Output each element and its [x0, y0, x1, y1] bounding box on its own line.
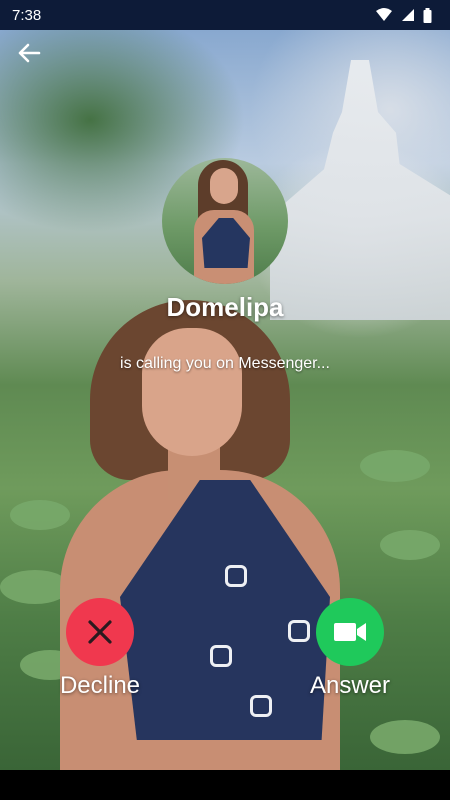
status-time: 7:38: [12, 6, 42, 24]
lily-pad: [360, 450, 430, 482]
answer-label: Answer: [309, 672, 391, 699]
battery-icon: [423, 7, 432, 23]
temple-shape: [270, 60, 450, 320]
status-bar: 7:38: [0, 0, 450, 30]
lily-pad: [380, 530, 440, 560]
decline-action: Decline: [30, 598, 170, 700]
avatar: [162, 158, 288, 284]
figure-face: [142, 328, 242, 456]
wifi-icon: [376, 8, 392, 21]
back-button[interactable]: [14, 40, 44, 66]
signal-icon: [402, 9, 414, 21]
incoming-call-screen: 7:38 Domelipa is calling you on Messenge…: [0, 0, 450, 800]
arrow-back-icon: [18, 43, 41, 63]
calling-status: is calling you on Messenger...: [120, 355, 330, 372]
close-icon: [88, 620, 112, 644]
decline-button[interactable]: [66, 598, 134, 666]
status-icons: [375, 7, 432, 23]
lily-pad: [370, 720, 440, 754]
answer-button[interactable]: [316, 598, 384, 666]
answer-action: Answer: [280, 598, 420, 700]
avatar-face: [210, 168, 238, 204]
top-pattern: [250, 695, 272, 717]
decline-label: Decline: [59, 672, 141, 699]
top-pattern: [225, 565, 247, 587]
video-camera-icon: [334, 623, 366, 641]
caller-photo-figure: [50, 300, 350, 800]
top-pattern: [210, 645, 232, 667]
caller-name: Domelipa: [166, 292, 284, 322]
navigation-bar: [0, 770, 450, 800]
